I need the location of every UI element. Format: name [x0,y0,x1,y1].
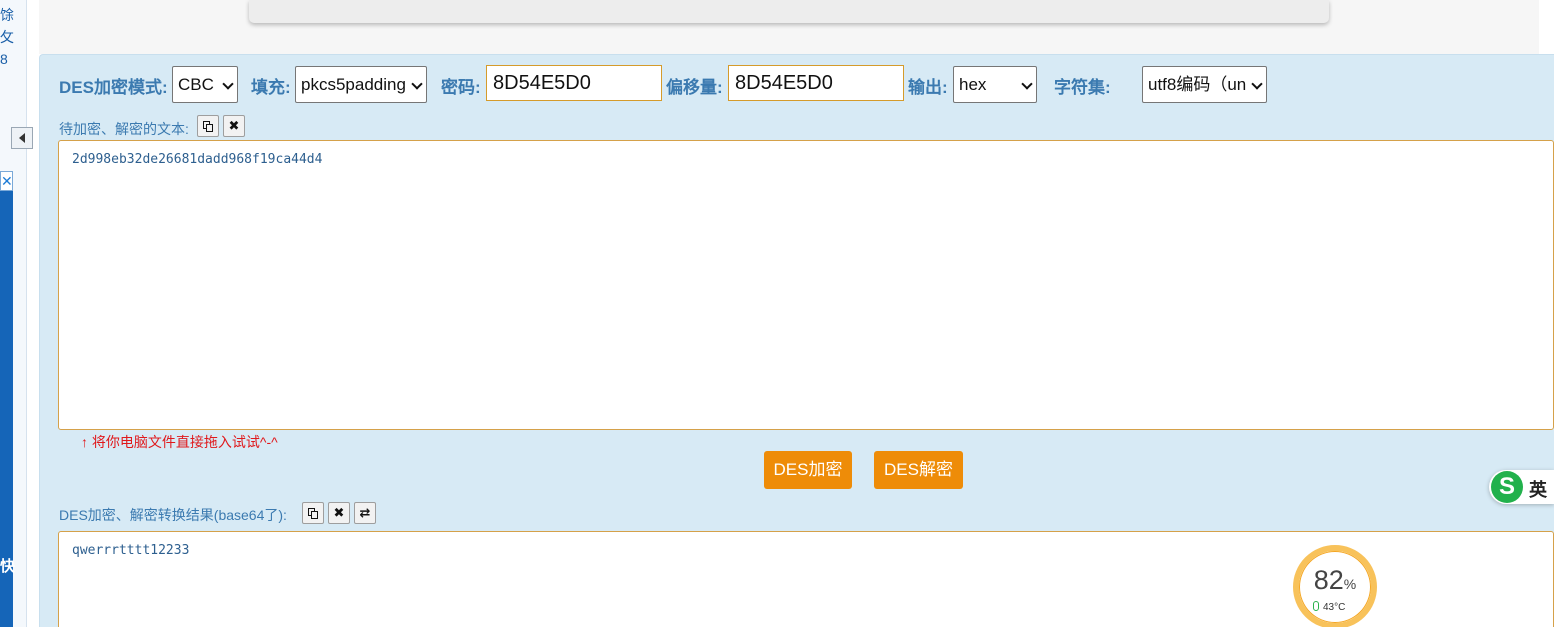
chevron-down-icon [222,78,234,90]
collapse-sidebar-button[interactable] [11,127,33,149]
gauge-value: 82% [1299,565,1371,596]
top-card [249,0,1329,23]
close-icon: ✖ [333,505,345,520]
output-select[interactable]: hex [953,66,1037,103]
mode-label: DES加密模式: [59,78,168,97]
swap-button[interactable]: ⇄ [354,502,376,524]
offset-input[interactable]: 8D54E5D0 [728,65,904,101]
chevron-down-icon [1251,78,1263,90]
charset-label: 字符集: [1054,78,1111,97]
input-textarea[interactable]: 2d998eb32de26681dadd968f19ca44d4 [58,140,1554,430]
padding-label: 填充: [251,78,291,97]
password-input[interactable]: 8D54E5D0 [486,65,662,101]
side-ad-text: 快 [0,558,16,575]
charset-select[interactable]: utf8编码（un [1142,66,1267,103]
close-icon: ✖ [228,118,240,133]
copy-icon [307,507,319,519]
gauge-number: 82 [1313,565,1344,595]
clear-input-button[interactable]: ✖ [223,115,245,137]
password-label: 密码: [441,78,481,97]
output-label-text: DES加密、解密转换结果(base64了): [59,507,287,523]
mode-select-value: CBC [178,75,214,94]
gauge-unit: % [1343,576,1357,592]
drag-hint: ↑ 将你电脑文件直接拖入试试^-^ [81,434,278,450]
temperature-value: 43°C [1323,602,1346,613]
output-select-value: hex [959,75,987,94]
triangle-left-icon [19,133,25,143]
sidebar-text-3: 8 [0,51,8,67]
des-decrypt-button[interactable]: DES解密 [874,451,963,489]
ad-close-icon[interactable]: ✕ [0,171,13,191]
chevron-down-icon [411,78,423,90]
swap-icon: ⇄ [359,505,371,520]
ime-mode: 英 [1529,480,1547,500]
copy-input-button[interactable] [197,115,219,137]
mode-select[interactable]: CBC [172,66,238,103]
offset-label: 偏移量: [666,78,723,97]
output-label: 输出: [908,78,948,97]
sogou-logo-icon: S [1491,471,1523,503]
chevron-down-icon [1021,78,1033,90]
padding-select-value: pkcs5padding [301,75,406,94]
ime-indicator[interactable]: S 英 [1489,470,1554,504]
gauge-temperature: 43°C [1313,601,1345,613]
input-label: 待加密、解密的文本: [59,121,189,137]
sidebar-text-2: 攵 [0,29,14,45]
thermometer-icon [1313,601,1319,611]
cpu-gauge[interactable]: 82% 43°C [1293,545,1377,627]
padding-select[interactable]: pkcs5padding [295,66,427,103]
des-encrypt-button[interactable]: DES加密 [764,451,852,489]
clear-output-button[interactable]: ✖ [328,502,350,524]
charset-select-value: utf8编码（un [1148,75,1247,94]
copy-icon [202,120,214,132]
copy-output-button[interactable] [302,502,324,524]
sidebar-text-1: 馀 [0,7,14,23]
